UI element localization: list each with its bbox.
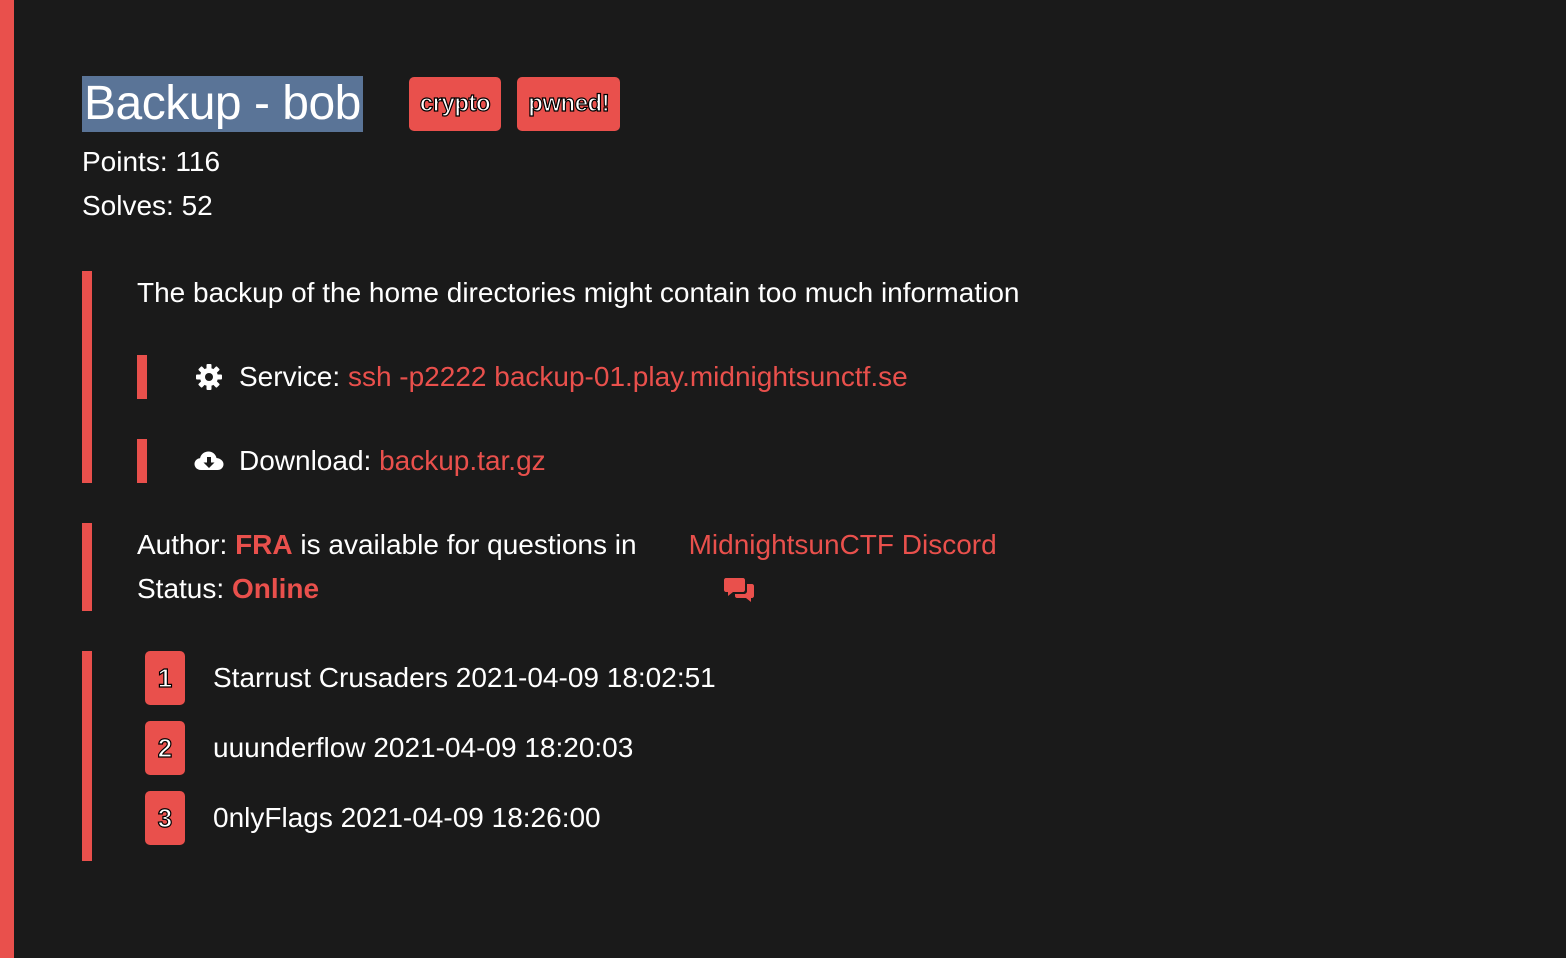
tag-pwned[interactable]: pwned!	[517, 77, 621, 131]
rank-badge: 2	[145, 721, 185, 775]
left-accent-bar	[0, 0, 14, 958]
tag-crypto[interactable]: crypto	[408, 77, 502, 131]
status-line: Status: Online	[137, 567, 1522, 611]
discord-link[interactable]: MidnightsunCTF Discord	[689, 523, 997, 567]
author-name[interactable]: FRA	[235, 523, 293, 567]
challenge-description: The backup of the home directories might…	[137, 277, 1020, 308]
chat-icon	[647, 530, 755, 602]
solves-label: Solves: 52	[82, 190, 213, 221]
solve-entry: Starrust Crusaders 2021-04-09 18:02:51	[213, 662, 716, 693]
solve-entry: 0nlyFlags 2021-04-09 18:26:00	[213, 802, 601, 833]
service-block: Service: ssh -p2222 backup-01.play.midni…	[137, 355, 1522, 399]
challenge-content: Backup - bob crypto pwned! Points: 116 S…	[82, 76, 1522, 861]
solve-entry: uuunderflow 2021-04-09 18:20:03	[213, 732, 634, 763]
status-label: Status:	[137, 573, 232, 604]
cloud-download-icon	[193, 445, 225, 477]
challenge-title: Backup - bob	[82, 76, 363, 132]
author-prefix: Author:	[137, 529, 236, 560]
download-label: Download:	[239, 445, 380, 476]
challenge-page: Backup - bob crypto pwned! Points: 116 S…	[0, 0, 1566, 958]
author-line: Author: FRA is available for questions i…	[137, 523, 1522, 602]
title-row: Backup - bob crypto pwned!	[82, 76, 1522, 132]
solve-row: 3 0nlyFlags 2021-04-09 18:26:00	[145, 791, 1522, 845]
description-block: The backup of the home directories might…	[82, 271, 1522, 483]
download-link[interactable]: backup.tar.gz	[379, 445, 546, 477]
rank-badge: 3	[145, 791, 185, 845]
points-label: Points: 116	[82, 146, 221, 177]
author-middle: is available for questions in	[292, 529, 637, 560]
author-block: Author: FRA is available for questions i…	[82, 523, 1522, 611]
solves-block: 1 Starrust Crusaders 2021-04-09 18:02:51…	[82, 651, 1522, 861]
service-link[interactable]: ssh -p2222 backup-01.play.midnightsunctf…	[348, 361, 908, 393]
service-label: Service:	[239, 361, 348, 392]
status-value: Online	[231, 573, 320, 604]
solve-row: 1 Starrust Crusaders 2021-04-09 18:02:51	[145, 651, 1522, 705]
download-block: Download: backup.tar.gz	[137, 439, 1522, 483]
rank-badge: 1	[145, 651, 185, 705]
solve-row: 2 uuunderflow 2021-04-09 18:20:03	[145, 721, 1522, 775]
gear-icon	[193, 361, 225, 393]
